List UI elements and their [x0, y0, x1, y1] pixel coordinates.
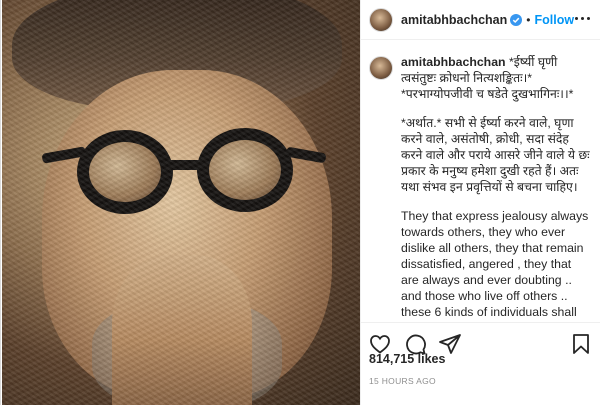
caption-paragraph-2: *अर्थात.* सभी से ईर्ष्या करने वाले, घृणा…: [401, 116, 590, 194]
follow-button[interactable]: Follow: [534, 13, 574, 27]
post-side-panel: amitabhbachchan • Follow amitabhbachchan…: [360, 0, 600, 405]
username-link[interactable]: amitabhbachchan: [401, 13, 507, 27]
avatar[interactable]: [369, 56, 393, 80]
more-icon[interactable]: [574, 12, 592, 26]
separator-dot: •: [526, 12, 531, 27]
bookmark-icon[interactable]: [569, 332, 593, 356]
post-image[interactable]: [2, 0, 360, 405]
likes-count[interactable]: 814,715 likes: [369, 352, 445, 366]
caption-area: amitabhbachchan *ईर्ष्यी घृणी त्वसंतुष्ट…: [361, 40, 600, 322]
caption-paragraph-1: amitabhbachchan *ईर्ष्यी घृणी त्वसंतुष्ट…: [401, 54, 591, 102]
caption-username[interactable]: amitabhbachchan: [401, 55, 506, 69]
caption-paragraph-3: They that express jealousy always toward…: [401, 209, 589, 322]
verified-badge-icon: [510, 13, 523, 26]
avatar[interactable]: [369, 7, 393, 32]
post-frame: amitabhbachchan • Follow amitabhbachchan…: [0, 0, 600, 405]
post-header: amitabhbachchan • Follow: [361, 0, 600, 40]
post-timestamp[interactable]: 15 HOURS AGO: [369, 376, 436, 386]
